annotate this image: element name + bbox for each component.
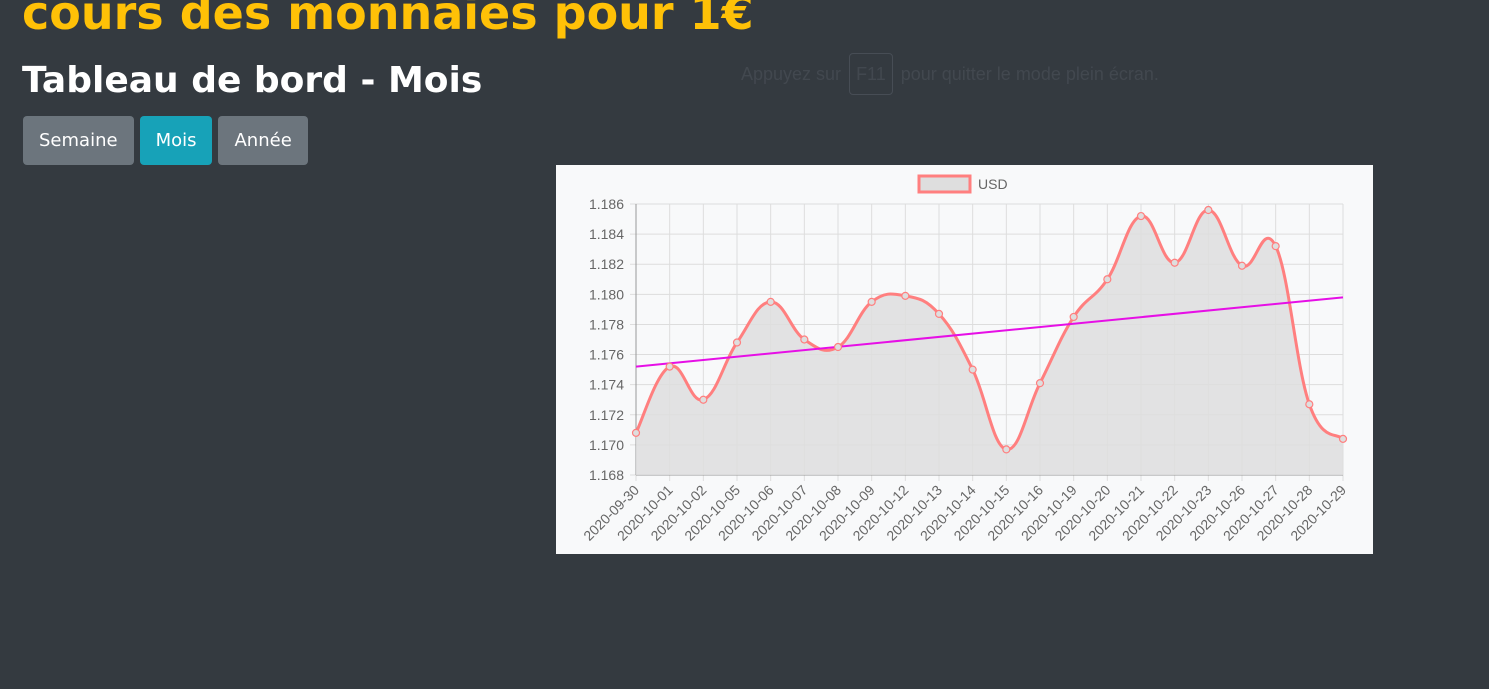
y-tick-label: 1.176 bbox=[589, 347, 624, 363]
series-area-usd bbox=[636, 210, 1343, 476]
data-point[interactable] bbox=[901, 291, 910, 300]
chart-canvas: 1.186 1.184 1.182 1.180 1.178 1.176 1.174 1.172… bbox=[580, 174, 1349, 544]
fullscreen-hint-prefix: Appuyez sur bbox=[741, 63, 842, 84]
y-axis: 1.186 1.184 1.182 1.180 1.178 1.176 1.174 1.172… bbox=[589, 196, 624, 483]
week-button[interactable]: Semaine bbox=[23, 116, 134, 165]
data-point[interactable] bbox=[766, 297, 775, 306]
data-point[interactable] bbox=[665, 362, 674, 371]
data-point[interactable] bbox=[1136, 211, 1146, 221]
month-button[interactable]: Mois bbox=[139, 116, 213, 165]
f11-key-badge: F11 bbox=[849, 53, 893, 95]
legend-label-usd: USD bbox=[978, 176, 1008, 192]
usd-rate-chart: 1.186 1.184 1.182 1.180 1.178 1.176 1.174 1.172… bbox=[556, 165, 1373, 554]
data-point[interactable] bbox=[833, 342, 843, 352]
data-point[interactable] bbox=[1338, 434, 1348, 443]
data-point[interactable] bbox=[867, 297, 876, 306]
data-point[interactable] bbox=[1170, 258, 1179, 267]
data-point[interactable] bbox=[800, 335, 809, 344]
data-point[interactable] bbox=[631, 428, 641, 437]
y-tick-label: 1.186 bbox=[589, 196, 624, 212]
data-point[interactable] bbox=[732, 338, 742, 347]
y-tick-label: 1.172 bbox=[589, 407, 624, 423]
data-point[interactable] bbox=[1204, 205, 1213, 215]
data-point[interactable] bbox=[699, 395, 708, 404]
data-point[interactable] bbox=[1103, 275, 1112, 284]
y-tick-label: 1.180 bbox=[589, 286, 624, 302]
data-point[interactable] bbox=[1002, 445, 1011, 454]
y-tick-label: 1.182 bbox=[589, 256, 624, 272]
year-button[interactable]: Année bbox=[218, 116, 308, 165]
dashboard-title: Tableau de bord - Mois bbox=[22, 60, 483, 101]
fullscreen-hint-suffix: pour quitter le mode plein écran. bbox=[900, 63, 1159, 84]
y-tick-label: 1.168 bbox=[589, 467, 624, 483]
y-tick-label: 1.178 bbox=[589, 316, 624, 332]
data-point[interactable] bbox=[1035, 379, 1045, 388]
data-point[interactable] bbox=[1237, 261, 1247, 270]
y-tick-label: 1.174 bbox=[589, 377, 624, 393]
data-point[interactable] bbox=[968, 365, 977, 374]
x-axis: 2020-09-302020-10-012020-10-022020-10-05… bbox=[580, 482, 1349, 544]
data-point[interactable] bbox=[1069, 312, 1078, 322]
legend-swatch-usd bbox=[917, 174, 972, 194]
data-point[interactable] bbox=[1271, 242, 1280, 251]
y-tick-label: 1.184 bbox=[589, 226, 624, 242]
data-point[interactable] bbox=[1305, 400, 1314, 409]
fullscreen-hint: Appuyez sur F11 pour quitter le mode ple… bbox=[741, 52, 1159, 96]
period-button-group: Semaine Mois Année bbox=[23, 116, 308, 165]
y-tick-label: 1.170 bbox=[589, 437, 624, 453]
page-title: cours des monnaies pour 1€ bbox=[22, 0, 754, 40]
chart-legend[interactable]: USD bbox=[917, 174, 1008, 194]
data-point[interactable] bbox=[934, 309, 944, 319]
